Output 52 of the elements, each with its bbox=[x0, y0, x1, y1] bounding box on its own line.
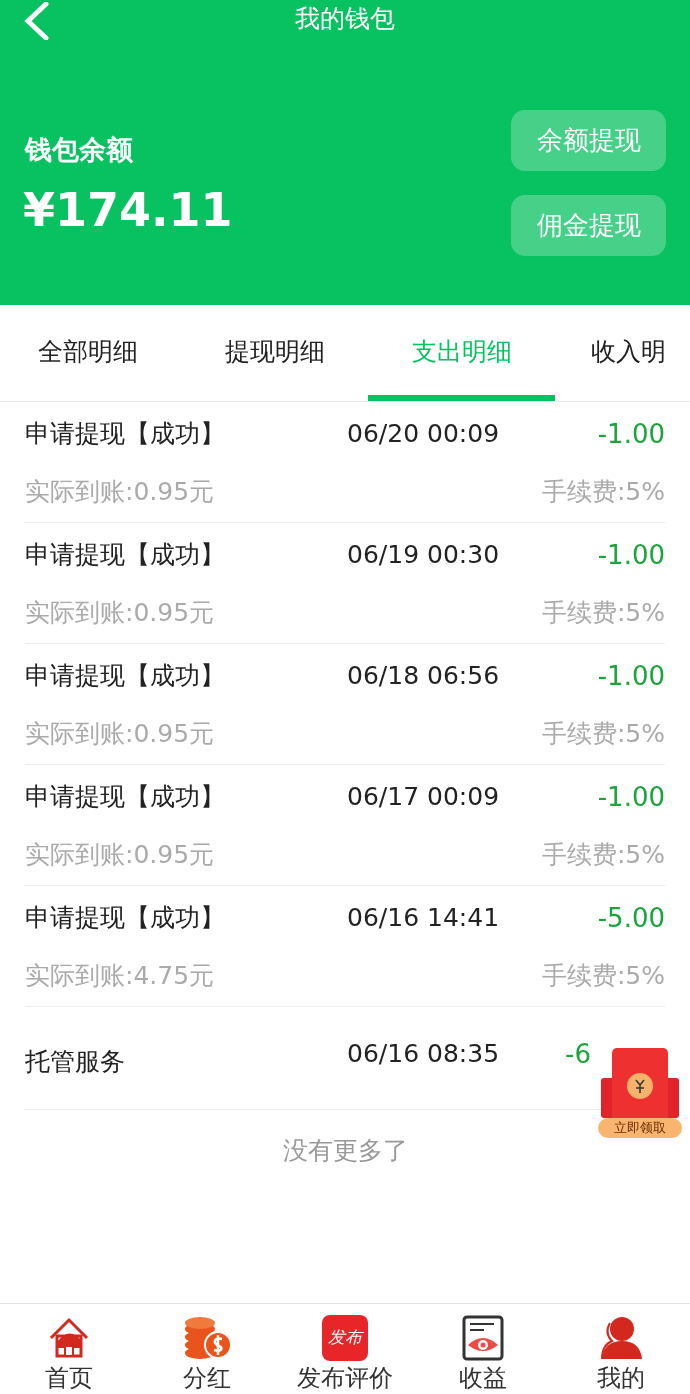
publish-icon: 发布 bbox=[322, 1315, 368, 1361]
balance-amount: ¥174.11 bbox=[23, 182, 233, 238]
record-time: 06/17 00:09 bbox=[347, 781, 501, 814]
record-title: 托管服务 bbox=[25, 1046, 126, 1079]
received-amount: 实际到账:0.95元 bbox=[25, 718, 215, 751]
received-amount: 实际到账:0.95元 bbox=[25, 839, 215, 872]
back-icon[interactable] bbox=[22, 2, 50, 40]
fee-rate: 手续费:5% bbox=[541, 476, 665, 509]
fee-rate: 手续费:5% bbox=[541, 839, 665, 872]
record-title: 申请提现【成功】 bbox=[25, 902, 226, 935]
nav-item[interactable]: 我的 bbox=[552, 1304, 690, 1394]
page-title: 我的钱包 bbox=[294, 3, 396, 35]
record-amount: -1.00 bbox=[597, 659, 665, 693]
record-time: 06/16 14:41 bbox=[347, 902, 501, 935]
balance-label: 钱包余额 bbox=[25, 133, 133, 167]
claim-label: 立即领取 bbox=[598, 1118, 682, 1138]
nav-label: 首页 bbox=[45, 1363, 93, 1393]
nav-item[interactable]: 首页 bbox=[0, 1304, 138, 1394]
nav-item[interactable]: 收益 bbox=[414, 1304, 552, 1394]
received-amount: 实际到账:4.75元 bbox=[25, 960, 215, 993]
coins-icon bbox=[182, 1315, 232, 1361]
received-amount: 实际到账:0.95元 bbox=[25, 476, 215, 509]
document-eye-icon bbox=[462, 1315, 504, 1361]
nav-label: 我的 bbox=[597, 1363, 645, 1393]
record-amount: -1.00 bbox=[597, 538, 665, 572]
tab[interactable]: 全部明细 bbox=[0, 305, 181, 401]
record-title: 申请提现【成功】 bbox=[25, 418, 226, 451]
nav-label: 发布评价 bbox=[297, 1363, 393, 1393]
fee-rate: 手续费:5% bbox=[541, 597, 665, 630]
record-time: 06/20 00:09 bbox=[347, 418, 501, 451]
nav-label: 分红 bbox=[183, 1363, 231, 1393]
record-title: 申请提现【成功】 bbox=[25, 539, 226, 572]
record-title: 申请提现【成功】 bbox=[25, 781, 226, 814]
tab[interactable]: 收入明 bbox=[555, 305, 690, 401]
fee-rate: 手续费:5% bbox=[541, 718, 665, 751]
house-icon bbox=[47, 1316, 91, 1360]
record-time: 06/16 08:35 bbox=[347, 1038, 501, 1071]
record-amount: -1.00 bbox=[597, 780, 665, 814]
record-amount: -1.00 bbox=[597, 417, 665, 451]
tab[interactable]: 提现明细 bbox=[181, 305, 368, 401]
record-amount: -5.00 bbox=[597, 901, 665, 935]
record-title: 申请提现【成功】 bbox=[25, 660, 226, 693]
nav-item[interactable]: 分红 bbox=[138, 1304, 276, 1394]
received-amount: 实际到账:0.95元 bbox=[25, 597, 215, 630]
nav-label: 收益 bbox=[459, 1363, 507, 1393]
fee-rate: 手续费:5% bbox=[541, 960, 665, 993]
nav-item[interactable]: 发布 发布评价 bbox=[276, 1304, 414, 1394]
record-amount: -6 bbox=[565, 1037, 592, 1071]
record-time: 06/18 06:56 bbox=[347, 660, 501, 693]
gift-packet-button[interactable]: 立即领取 bbox=[598, 1048, 682, 1140]
record-time: 06/19 00:30 bbox=[347, 539, 501, 572]
end-note: 没有更多了 bbox=[281, 1135, 409, 1167]
